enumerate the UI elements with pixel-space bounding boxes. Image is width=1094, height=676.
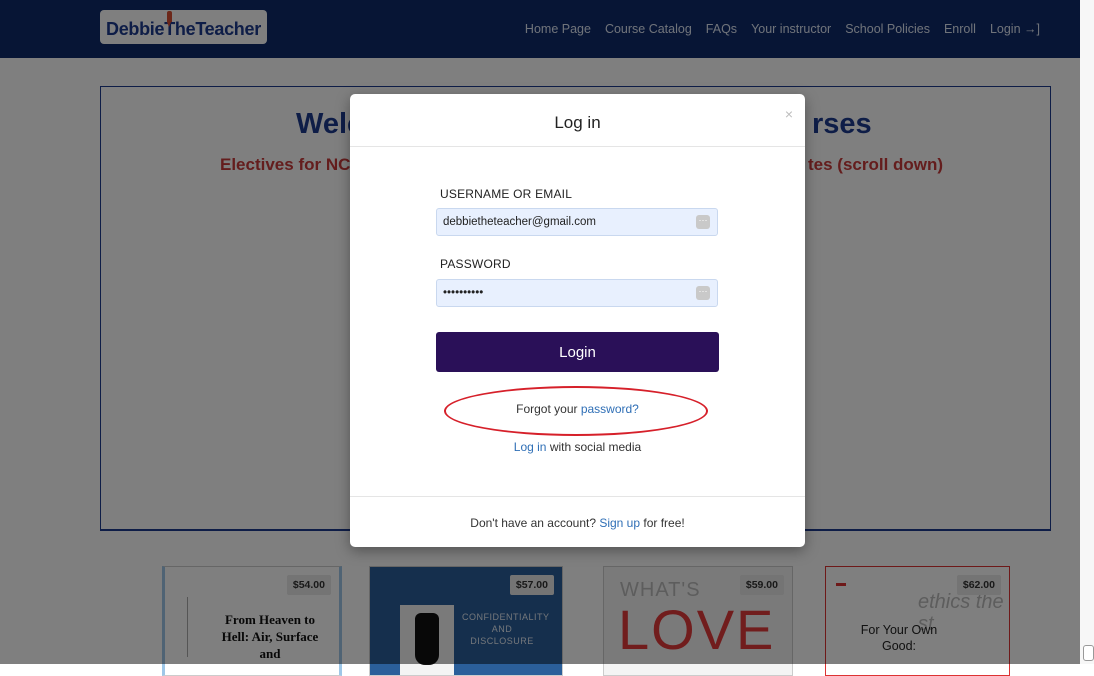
signup-suffix: for free! — [640, 516, 685, 530]
username-input[interactable] — [437, 209, 693, 235]
social-login-text: Log in with social media — [350, 440, 805, 454]
social-suffix: with social media — [546, 440, 642, 454]
social-login-link[interactable]: Log in — [514, 440, 547, 454]
scroll-handle[interactable] — [1083, 645, 1094, 661]
password-label: PASSWORD — [440, 257, 511, 271]
forgot-password-text: Forgot your password? — [350, 402, 805, 416]
close-icon[interactable]: × — [785, 106, 793, 122]
forgot-password-link[interactable]: password? — [581, 402, 639, 416]
login-modal: Log in × USERNAME OR EMAIL ⋯ PASSWORD ⋯ … — [350, 94, 805, 547]
password-field-wrapper: ⋯ — [436, 279, 718, 307]
window-edge — [1080, 0, 1094, 664]
forgot-prefix: Forgot your — [516, 402, 581, 416]
signup-prefix: Don't have an account? — [470, 516, 600, 530]
password-manager-icon[interactable]: ⋯ — [696, 215, 710, 229]
signup-text: Don't have an account? Sign up for free! — [350, 497, 805, 549]
modal-footer: Don't have an account? Sign up for free! — [350, 496, 805, 548]
username-label: USERNAME OR EMAIL — [440, 187, 573, 201]
signup-link[interactable]: Sign up — [599, 516, 640, 530]
modal-title: Log in — [554, 113, 601, 132]
login-button[interactable]: Login — [436, 332, 719, 372]
password-manager-icon[interactable]: ⋯ — [696, 286, 710, 300]
username-field-wrapper: ⋯ — [436, 208, 718, 236]
modal-header: Log in — [350, 94, 805, 147]
password-input[interactable] — [437, 280, 693, 306]
